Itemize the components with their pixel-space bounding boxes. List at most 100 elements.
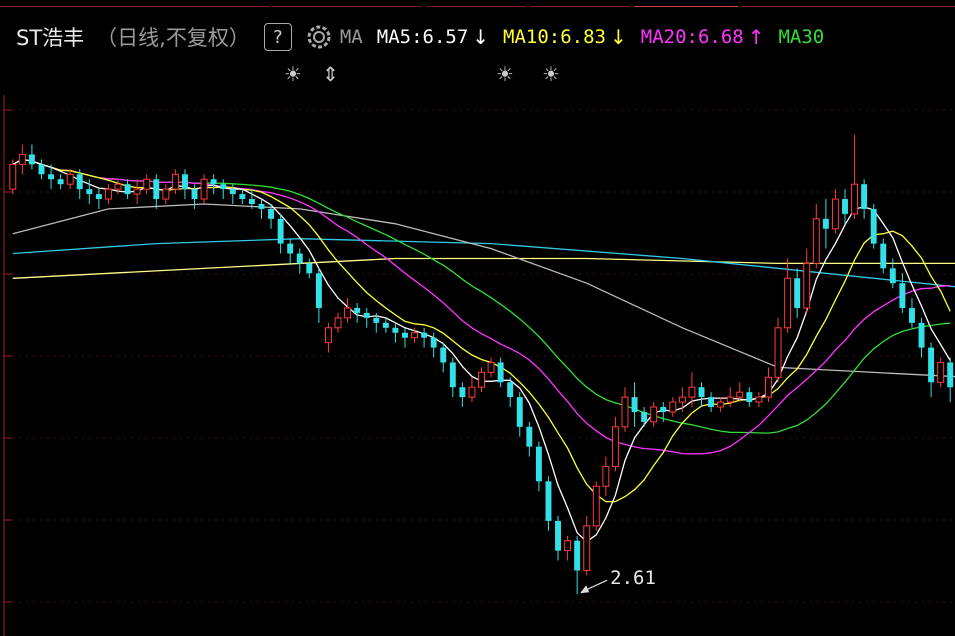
candle-body-down (928, 347, 935, 383)
candle-body-down (210, 179, 217, 185)
candle-body-up (851, 183, 859, 215)
candle-body-down (124, 184, 131, 195)
candle-body-down (86, 189, 93, 195)
candle-body-down (947, 362, 954, 388)
ma10-line (12, 158, 951, 503)
candle-body-down (430, 337, 437, 348)
candle-body-down (555, 520, 561, 551)
candle-body-down (459, 387, 466, 398)
candle-body-down (870, 208, 877, 244)
candle-body-down (191, 189, 198, 200)
candle-body-down (421, 332, 428, 338)
candle-body-up (774, 327, 782, 378)
candle-body-down (746, 392, 753, 403)
candle-body-down (57, 179, 64, 185)
candle-body-up (564, 540, 572, 552)
candle-body-up (478, 371, 485, 388)
candle-body-up (784, 277, 792, 329)
candle-body-down (181, 174, 188, 190)
candle-body-up (200, 178, 208, 200)
candle-body-down (842, 199, 848, 214)
candle-body-down (698, 387, 705, 398)
candle-body-down (287, 243, 294, 254)
candle-body-down (507, 382, 514, 398)
candle-body-down (354, 307, 361, 313)
candle-body-up (487, 361, 495, 373)
candle-body-up (765, 376, 772, 398)
candle-body-up (334, 317, 342, 329)
candle-body-up (133, 188, 141, 195)
candle-body-up (411, 332, 419, 339)
candle-body-up (937, 361, 945, 383)
candle-body-down (268, 208, 275, 219)
candle-body-down (248, 199, 255, 204)
candle-body-down (660, 407, 667, 412)
candle-body-up (602, 465, 610, 487)
candle-body-up (611, 426, 619, 467)
candle-body-up (688, 386, 696, 398)
candle-body-down (296, 253, 303, 264)
candle-body-down (239, 194, 246, 200)
candle-body-up (171, 173, 179, 190)
candle-body-down (449, 362, 456, 388)
candle-body-down (95, 194, 102, 200)
candle-body-down (641, 411, 648, 422)
candle-body-up (650, 406, 658, 423)
candle-body-down (708, 397, 715, 408)
candle-body-down (48, 174, 55, 180)
candle-body-up (812, 218, 820, 264)
candle-body-down (899, 283, 906, 308)
candle-body-down (76, 174, 83, 190)
candle-body-up (143, 178, 151, 190)
candle-body-down (861, 184, 868, 209)
candle-body-down (535, 446, 542, 482)
candle-body-up (717, 401, 725, 408)
candle-body-down (545, 481, 552, 521)
candle-body-up (66, 173, 74, 185)
candle-body-down (880, 243, 887, 269)
ma5-line (12, 158, 951, 543)
candle-body-down (306, 263, 313, 274)
candle-body-down (382, 322, 389, 328)
candle-body-up (324, 327, 332, 344)
candle-body-down (258, 203, 265, 209)
candle-body-down (315, 273, 322, 308)
candle-body-down (373, 317, 380, 323)
low-price-label: 2.61 (610, 567, 656, 589)
candle-body-down (497, 362, 504, 383)
candle-body-up (344, 307, 352, 319)
candle-body-up (755, 396, 763, 403)
candle-body-down (38, 164, 45, 175)
candle-body-down (363, 312, 370, 318)
candle-body-up (162, 188, 170, 200)
candle-body-up (621, 396, 629, 428)
candle-body-up (726, 396, 734, 403)
candle-body-down (229, 189, 236, 195)
candle-body-up (678, 396, 686, 403)
candle-body-up (736, 391, 744, 398)
candle-body-down (440, 347, 447, 363)
candle-body-up (583, 525, 591, 571)
candle-body-up (831, 198, 839, 230)
candle-body-down (392, 327, 399, 333)
candle-body-down (220, 184, 227, 190)
low-annotation-arrowhead (580, 585, 590, 594)
candle-body-down (574, 540, 581, 571)
candle-body-up (104, 188, 112, 200)
candle-body-down (28, 154, 35, 165)
candle-body-up (468, 386, 476, 398)
candle-body-down (153, 179, 160, 200)
candle-body-up (9, 163, 17, 190)
candle-body-up (114, 183, 122, 190)
candle-body-up (592, 485, 600, 527)
candle-body-down (889, 268, 896, 284)
candle-body-down (402, 332, 408, 338)
candlestick-chart[interactable]: 2.61 (0, 0, 955, 636)
candle-body-down (794, 278, 801, 308)
candle-body-up (669, 401, 677, 413)
candle-body-down (908, 307, 915, 323)
candle-body-up (18, 153, 26, 165)
candle-body-down (516, 397, 523, 427)
candle-body-down (631, 397, 638, 412)
candle-body-down (277, 218, 284, 244)
